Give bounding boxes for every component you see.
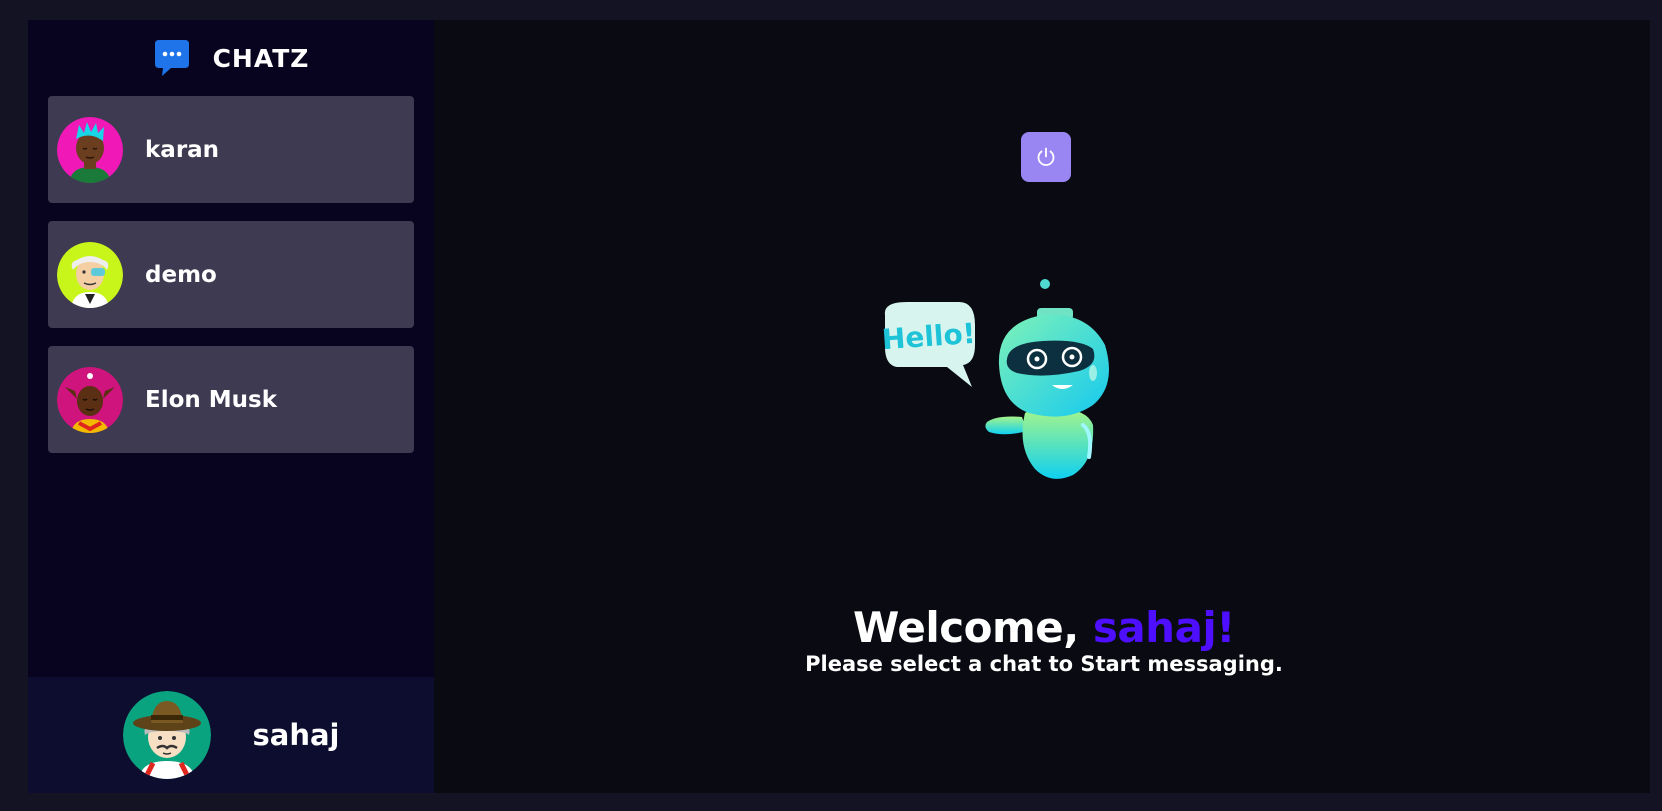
chat-bubble-icon [154,40,189,76]
avatar [122,691,211,779]
welcome-username: sahaj! [1092,603,1236,652]
avatar [57,241,123,308]
welcome-message: Welcome, sahaj! Please select a chat to … [434,605,1650,677]
bubble-text: Hello! [881,317,977,356]
contact-name: Elon Musk [145,386,278,413]
brand: CHATZ [28,20,434,96]
avatar [57,366,123,433]
contact-item-demo[interactable]: demo [48,221,414,328]
contact-item-elon-musk[interactable]: Elon Musk [48,346,414,453]
contact-name: demo [145,261,217,288]
welcome-prefix: Welcome, [853,603,1093,652]
sidebar: CHATZ karan demo Elon Musk sahaj [28,20,434,793]
chat-welcome-panel: Hello! Welcome, sahaj! Please select a c… [434,20,1650,793]
avatar [57,116,123,183]
current-user-bar: sahaj [28,677,434,793]
contact-item-karan[interactable]: karan [48,96,414,203]
logout-button[interactable] [1021,132,1071,182]
power-icon [1037,147,1055,166]
contact-name: karan [145,136,220,163]
app-title: CHATZ [212,43,310,73]
welcome-title: Welcome, sahaj! [438,605,1650,651]
contact-list: karan demo Elon Musk [28,96,434,453]
chat-app: CHATZ karan demo Elon Musk sahaj Hello! … [28,20,1650,793]
hello-robot-illustration: Hello! [881,279,1109,479]
welcome-subtitle: Please select a chat to Start messaging. [805,652,1283,676]
current-user-name: sahaj [252,718,340,752]
